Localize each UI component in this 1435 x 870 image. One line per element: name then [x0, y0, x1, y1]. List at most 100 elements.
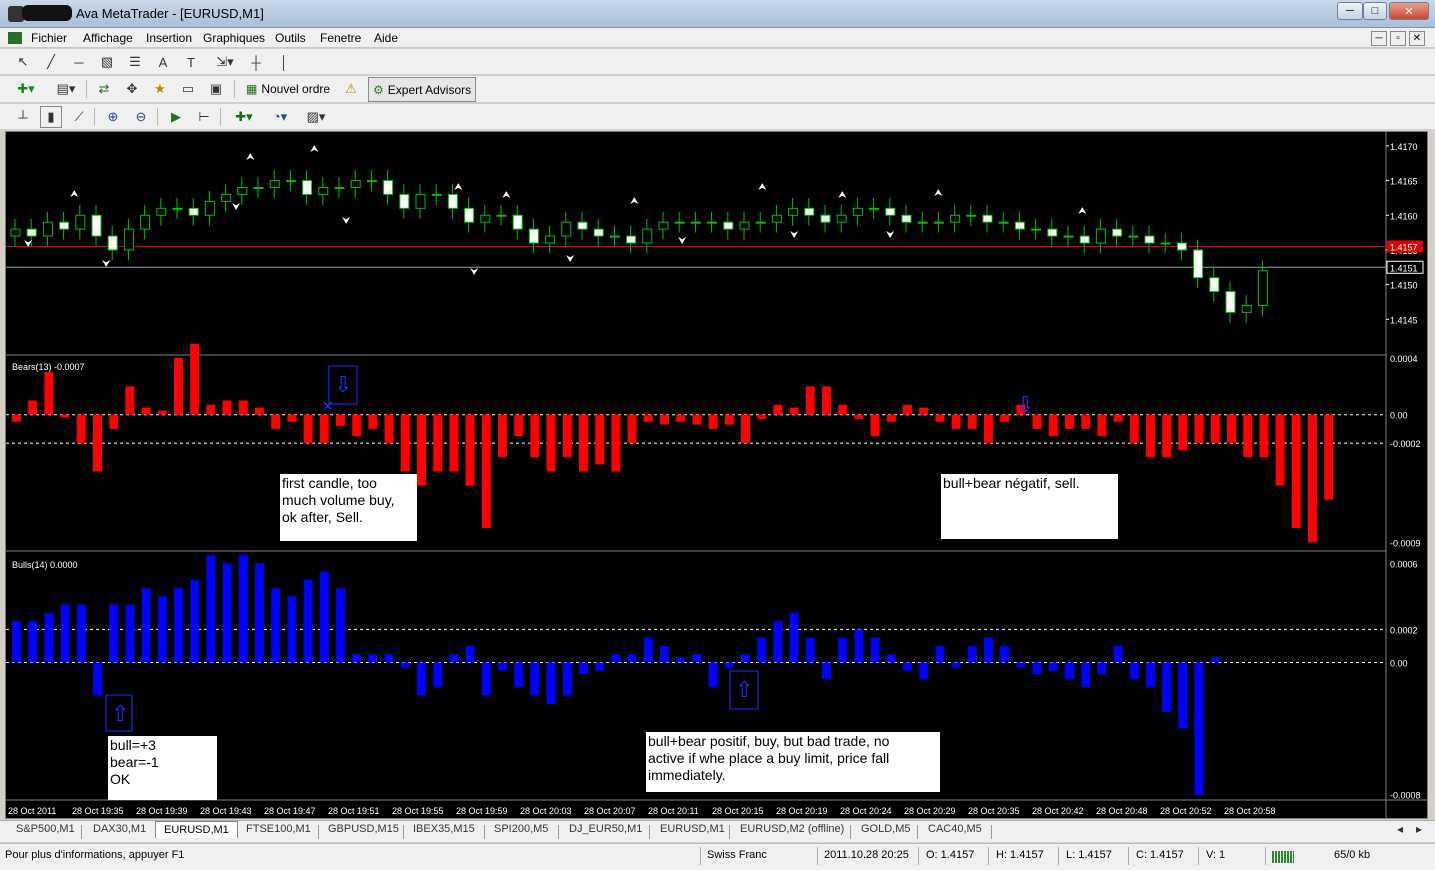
- chart-canvas[interactable]: ⮝ ⮟ ⮟ ⮝ ⮝ ⮟ ⮟ ⮝ ⮟ ⮝ ⮟ ⮝ ⮟ ⮝ ⮟ ⮝ ⮟ ⮝ ⮝ Bears(13) -0.0007 Bu…: [6, 132, 1427, 818]
- signal-arrow-icon: ⇧: [735, 677, 753, 702]
- tab-ibex35[interactable]: IBEX35,M15: [413, 823, 475, 835]
- profiles-icon[interactable]: ▤▾: [50, 78, 82, 100]
- time-tick-label: 28 Oct 19:43: [200, 806, 252, 816]
- tab-gbpusd[interactable]: GBPUSD,M15: [328, 823, 399, 835]
- time-tick-label: 28 Oct 20:48: [1096, 806, 1148, 816]
- status-separator: [1265, 847, 1266, 865]
- crosshair-icon[interactable]: ┼: [245, 51, 267, 73]
- menu-affichage[interactable]: Affichage: [83, 31, 133, 45]
- hline-icon[interactable]: ─: [68, 51, 90, 73]
- signal-arrow-icon: ⇩: [334, 372, 352, 397]
- bears-bar: [481, 414, 491, 529]
- periods-icon[interactable]: ◔▾: [264, 106, 296, 128]
- menu-fichier[interactable]: Fichier: [31, 31, 67, 45]
- bulls-bar: [417, 662, 426, 696]
- time-tick-label: 28 Oct 20:52: [1160, 806, 1212, 816]
- bears-bar: [708, 414, 718, 429]
- line-chart-icon[interactable]: ⟋: [68, 106, 90, 128]
- price-tick-label: 1.4165: [1390, 177, 1418, 187]
- bears-bar: [190, 343, 200, 415]
- menu-graphiques[interactable]: Graphiques: [203, 31, 265, 45]
- mdi-minimize-button[interactable]: ─: [1371, 31, 1387, 46]
- bears-bar: [44, 372, 54, 415]
- bulls-bar: [514, 662, 524, 688]
- line-icon[interactable]: ╱: [40, 51, 62, 73]
- bulls-bar: [773, 621, 783, 663]
- tab-spi200[interactable]: SPI200,M5: [494, 823, 548, 835]
- candle-body: [755, 221, 766, 224]
- candle-body: [885, 207, 896, 216]
- tab-dj-eur50[interactable]: DJ_EUR50,M1: [569, 823, 642, 835]
- tab-gold[interactable]: GOLD,M5: [861, 823, 911, 835]
- tab-eurusd-m1-active[interactable]: EURUSD,M1: [155, 821, 238, 838]
- chart-shift-icon[interactable]: ⊢: [193, 106, 215, 128]
- templates-icon[interactable]: ▨▾: [300, 106, 332, 128]
- channel-icon[interactable]: ▧: [96, 51, 118, 73]
- warning-icon[interactable]: ⚠: [340, 78, 362, 100]
- bears-bar: [206, 404, 216, 415]
- new-order-button[interactable]: ▦ Nouvel ordre: [242, 78, 334, 100]
- tab-eurusd-m2-offline[interactable]: EURUSD,M2 (offline): [740, 823, 844, 835]
- zoom-out-icon[interactable]: ⊖: [130, 106, 152, 128]
- expert-advisors-button[interactable]: ⚙ Expert Advisors: [368, 77, 477, 102]
- label-icon[interactable]: T: [180, 51, 202, 73]
- bulls-bar: [1146, 662, 1155, 688]
- bears-bar: [1178, 414, 1188, 451]
- status-traffic: 65/0 kb: [1334, 849, 1371, 861]
- favorites-icon[interactable]: ★: [149, 78, 171, 100]
- mdi-close-button[interactable]: ✕: [1409, 31, 1425, 46]
- candle-chart-icon[interactable]: ▮: [40, 106, 62, 128]
- candle-body: [1193, 249, 1204, 279]
- tab-separator: [403, 825, 404, 839]
- time-tick-label: 28 Oct 20:11: [648, 806, 699, 816]
- bar-chart-icon[interactable]: ┴: [12, 106, 34, 128]
- zoom-in-icon[interactable]: ⊕: [102, 106, 124, 128]
- minimize-button[interactable]: ─: [1337, 2, 1363, 20]
- bulls-axis-label: 0.00: [1390, 658, 1408, 668]
- mdi-restore-button[interactable]: ▫: [1390, 31, 1406, 46]
- tab-dax30[interactable]: DAX30,M1: [93, 823, 146, 835]
- tab-sp500[interactable]: S&P500,M1: [16, 823, 75, 835]
- tab-ftse100[interactable]: FTSE100,M1: [246, 823, 311, 835]
- menu-insertion[interactable]: Insertion: [146, 31, 192, 45]
- indicators-icon[interactable]: ✚▾: [228, 106, 260, 128]
- cursor-icon[interactable]: ↖: [12, 51, 34, 73]
- chart-window[interactable]: ⮝ ⮟ ⮟ ⮝ ⮝ ⮟ ⮟ ⮝ ⮟ ⮝ ⮟ ⮝ ⮟ ⮝ ⮟ ⮝ ⮟ ⮝ ⮝ Bears(13) -0.0007 Bu…: [5, 131, 1428, 819]
- separator: [220, 108, 221, 126]
- bulls-bar: [822, 662, 831, 679]
- market-watch-icon[interactable]: ⇄: [93, 78, 115, 100]
- vline-icon[interactable]: │: [273, 51, 295, 73]
- bulls-bar: [1048, 662, 1058, 671]
- candle-body: [1014, 221, 1025, 230]
- maximize-button[interactable]: □: [1363, 2, 1387, 20]
- navigator-icon[interactable]: ✥: [121, 78, 143, 100]
- arrow-icon[interactable]: ⇲▾: [210, 51, 240, 73]
- bulls-bar: [433, 662, 443, 688]
- bears-bar: [741, 414, 750, 444]
- bulls-label: Bulls(14) 0.0000: [12, 560, 78, 570]
- fibo-icon[interactable]: ☰: [124, 51, 146, 73]
- menu-fenetre[interactable]: Fenetre: [320, 31, 361, 45]
- autoscroll-icon[interactable]: ▶: [165, 106, 187, 128]
- bears-bar: [579, 414, 588, 472]
- status-separator: [1198, 847, 1199, 865]
- candle-body: [91, 214, 102, 237]
- candle-body: [269, 180, 280, 188]
- candle-body: [237, 187, 248, 195]
- tester-icon[interactable]: ▣: [205, 78, 227, 100]
- new-chart-icon[interactable]: ✚▾: [10, 78, 42, 100]
- tab-scroll-left-icon[interactable]: ◂: [1397, 822, 1403, 836]
- menu-aide[interactable]: Aide: [374, 31, 398, 45]
- terminal-icon[interactable]: ▭: [177, 78, 199, 100]
- bears-bar: [530, 414, 540, 458]
- menu-outils[interactable]: Outils: [275, 31, 306, 45]
- tab-cac40[interactable]: CAC40,M5: [928, 823, 982, 835]
- text-icon[interactable]: A: [152, 51, 174, 73]
- bulls-bar: [951, 662, 961, 668]
- bears-bar: [660, 414, 669, 425]
- tab-scroll-right-icon[interactable]: ▸: [1416, 822, 1422, 836]
- bears-bar: [854, 414, 864, 419]
- bulls-bar: [1194, 662, 1204, 795]
- close-button[interactable]: ✕: [1389, 2, 1429, 20]
- tab-eurusd-m1[interactable]: EURUSD,M1: [660, 823, 725, 835]
